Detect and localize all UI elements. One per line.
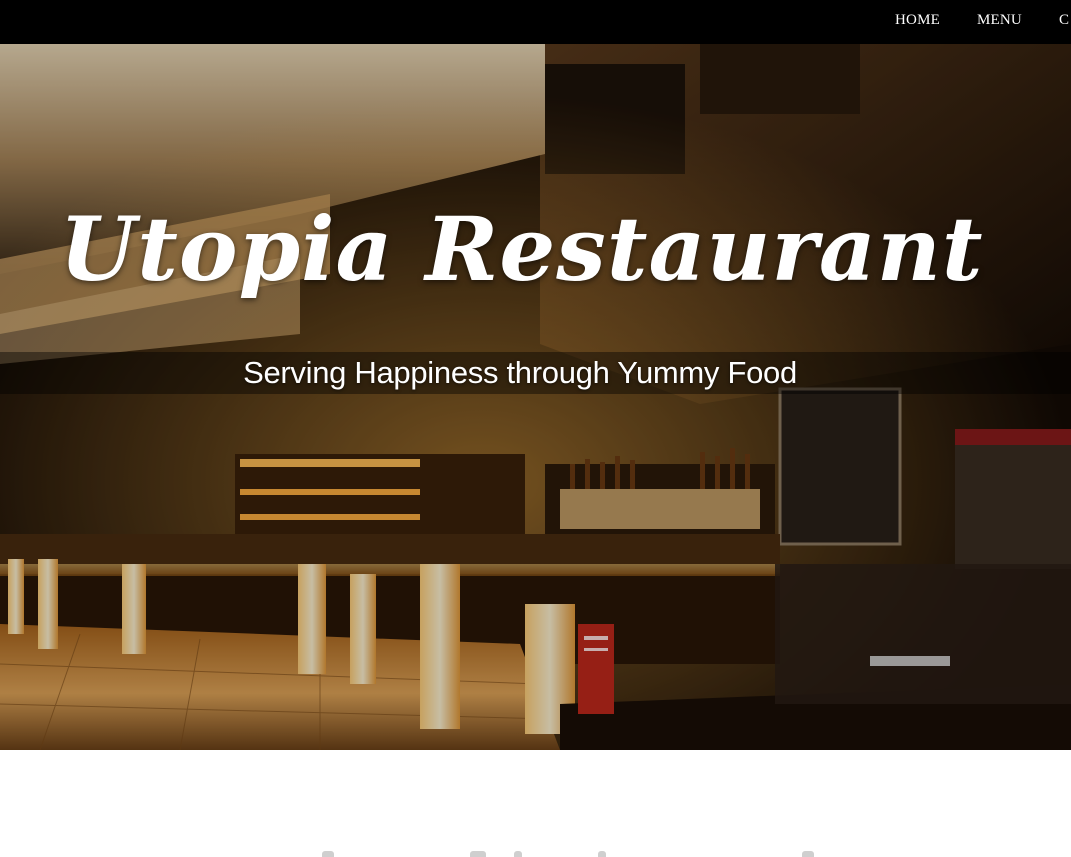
- top-nav-bar: HOME MENU C: [0, 0, 1071, 44]
- content-preview-strip: [0, 847, 1071, 857]
- content-section: [0, 750, 1071, 857]
- nav-link-truncated[interactable]: C: [1059, 12, 1069, 29]
- content-preview-mark: [514, 851, 522, 857]
- content-preview-mark: [470, 851, 486, 857]
- nav-link-menu[interactable]: MENU: [977, 12, 1022, 29]
- hero-background-image: [0, 44, 1071, 750]
- nav-link-home[interactable]: HOME: [895, 12, 940, 29]
- hero-section: Utopia Restaurant Serving Happiness thro…: [0, 44, 1071, 750]
- hero-tagline: Serving Happiness through Yummy Food: [243, 355, 797, 390]
- content-preview-mark: [598, 851, 606, 857]
- content-preview-mark: [322, 851, 334, 857]
- content-preview-mark: [802, 851, 814, 857]
- main-nav: HOME MENU C: [895, 0, 1071, 40]
- hero-title: Utopia Restaurant: [59, 197, 984, 301]
